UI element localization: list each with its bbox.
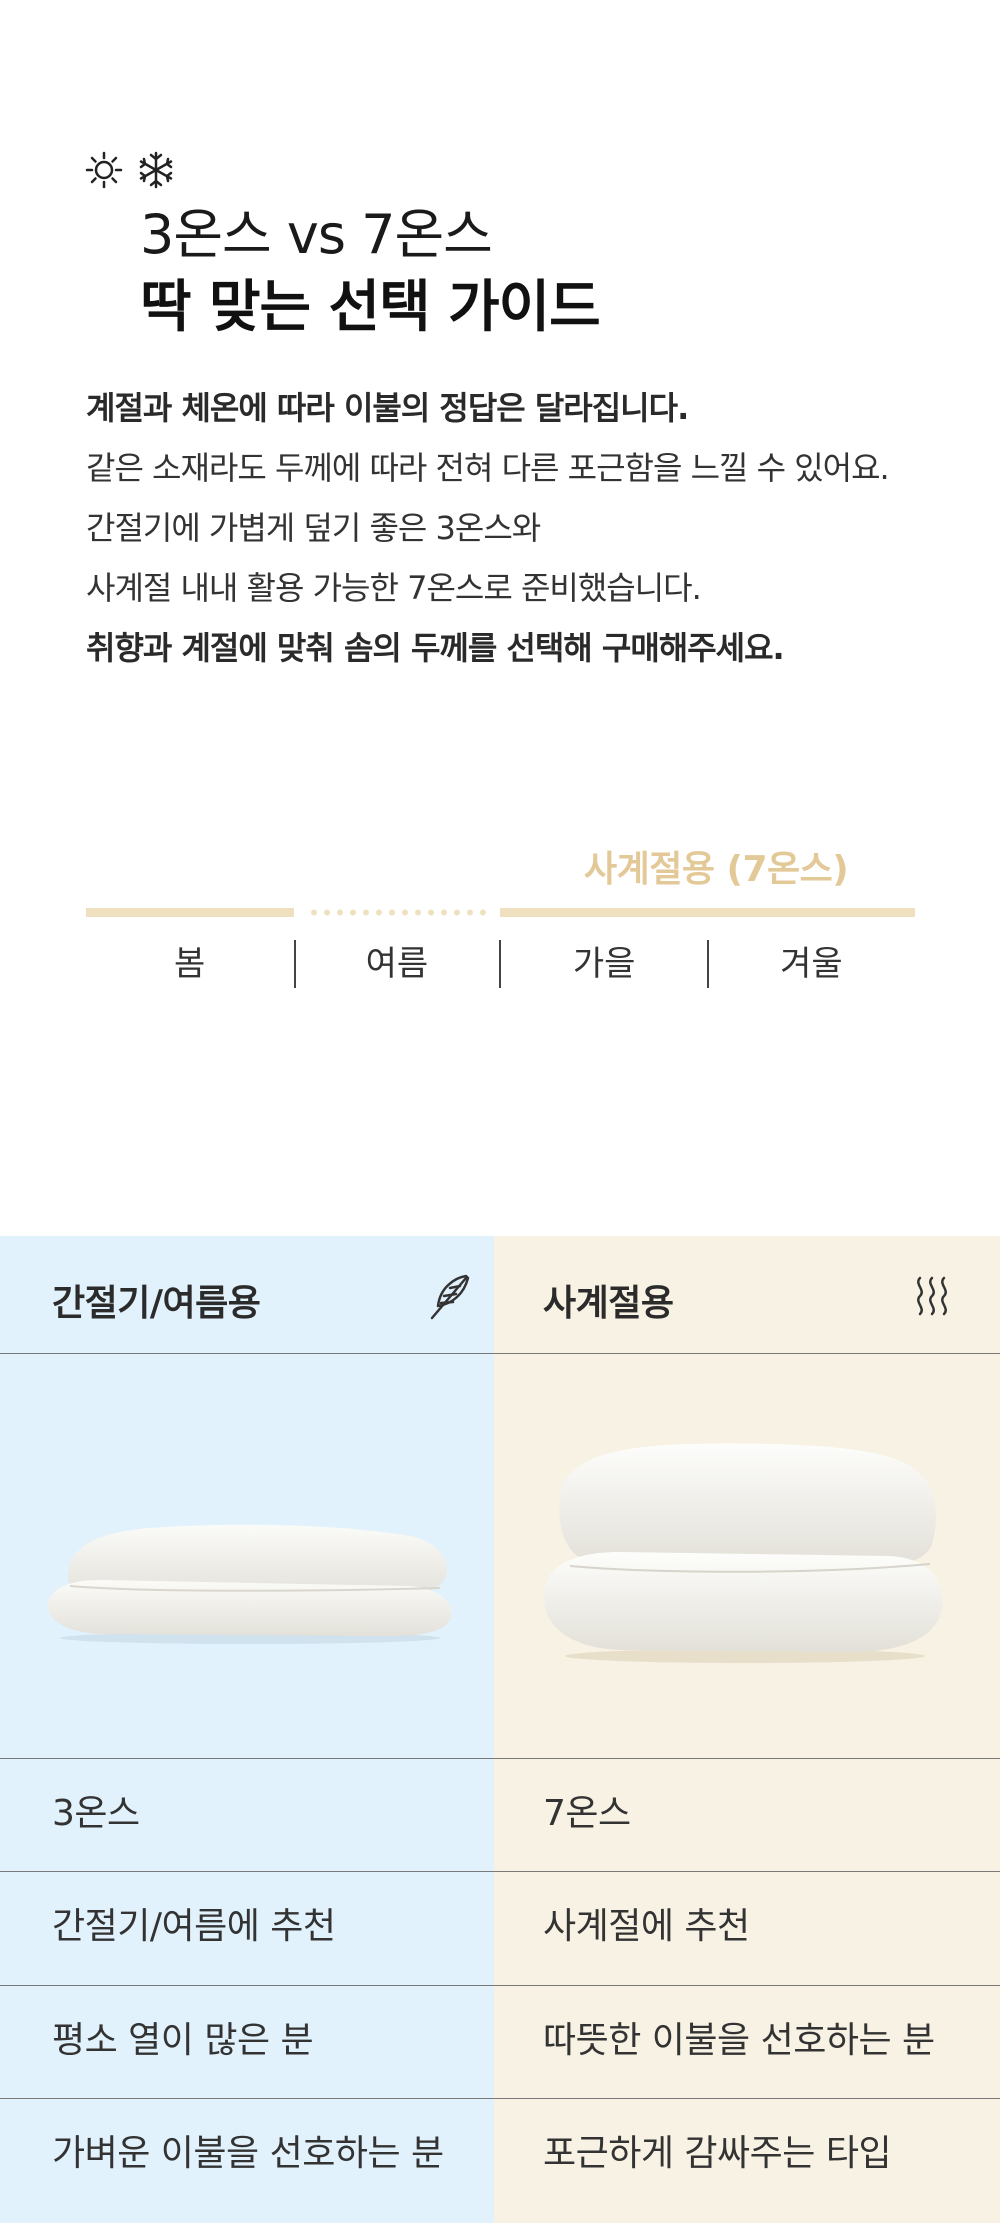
column-light bbox=[0, 1236, 494, 2223]
column-header-light: 간절기/여름용 bbox=[52, 1283, 261, 1324]
row-divider bbox=[0, 1985, 1000, 1986]
sun-icon bbox=[84, 150, 124, 190]
heat-waves-icon bbox=[917, 1276, 947, 1316]
season-winter: 겨울 bbox=[780, 944, 843, 984]
column-all-season bbox=[494, 1236, 1000, 2223]
season-divider bbox=[294, 940, 296, 988]
thick-duvet-image bbox=[543, 1443, 943, 1663]
description-line: 같은 소재라도 두께에 따라 전혀 다른 포근함을 느낄 수 있어요. bbox=[86, 449, 890, 487]
thin-duvet-image bbox=[47, 1524, 452, 1644]
season-summer: 여름 bbox=[365, 944, 429, 984]
light-recommend: 간절기/여름에 추천 bbox=[52, 1906, 336, 1947]
description: 계절과 체온에 따라 이불의 정답은 달라집니다. 같은 소재라도 두께에 따라… bbox=[86, 378, 966, 678]
page-title-line2: 딱 맞는 선택 가이드 bbox=[140, 275, 601, 340]
season-spring: 봄 bbox=[173, 944, 206, 984]
row-divider bbox=[0, 1353, 1000, 1354]
all-season-label: 사계절용 (7온스) bbox=[584, 849, 849, 890]
all-season-weight: 7온스 bbox=[543, 1793, 631, 1834]
column-header-all-season: 사계절용 bbox=[543, 1283, 674, 1324]
row-divider bbox=[0, 2098, 1000, 2099]
description-line: 취향과 계절에 맞춰 솜의 두께를 선택해 구매해주세요. bbox=[86, 629, 785, 667]
all-season-target: 따뜻한 이불을 선호하는 분 bbox=[543, 2020, 935, 2061]
header-icons bbox=[84, 148, 176, 192]
page-title-line1: 3온스 vs 7온스 bbox=[140, 203, 493, 266]
all-season-recommend: 사계절에 추천 bbox=[543, 1906, 750, 1947]
row-divider bbox=[0, 1758, 1000, 1759]
light-preference: 가벼운 이불을 선호하는 분 bbox=[52, 2133, 444, 2174]
light-target: 평소 열이 많은 분 bbox=[52, 2020, 314, 2061]
description-line: 계절과 체온에 따라 이불의 정답은 달라집니다. bbox=[86, 389, 689, 427]
all-season-preference: 포근하게 감싸주는 타입 bbox=[543, 2133, 892, 2174]
season-divider bbox=[707, 940, 709, 988]
light-weight: 3온스 bbox=[52, 1793, 140, 1834]
comparison-table: 간절기/여름용 사계절용 3온스 7온스 간절기/여름에 추천 사계절에 추천 … bbox=[0, 1236, 1000, 2223]
season-autumn: 가을 bbox=[572, 944, 636, 984]
description-line: 사계절 내내 활용 가능한 7온스로 준비했습니다. bbox=[86, 569, 702, 607]
season-bar-left bbox=[86, 908, 294, 917]
season-bar-dots bbox=[311, 909, 486, 916]
description-line: 간절기에 가볍게 덮기 좋은 3온스와 bbox=[86, 509, 541, 547]
season-bar-right bbox=[500, 908, 915, 917]
feather-icon bbox=[430, 1274, 470, 1320]
season-divider bbox=[499, 940, 501, 988]
row-divider bbox=[0, 1871, 1000, 1872]
snowflake-icon bbox=[136, 150, 176, 190]
